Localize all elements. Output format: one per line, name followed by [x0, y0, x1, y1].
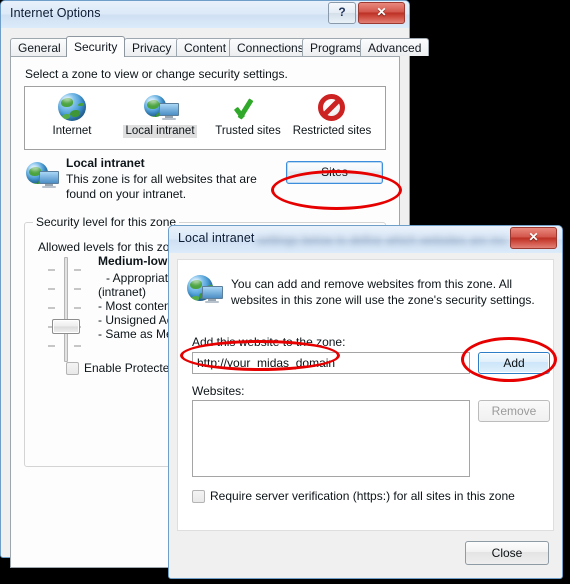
globe-icon	[29, 91, 115, 125]
remove-button[interactable]: Remove	[478, 400, 550, 422]
selected-zone-description: This zone is for all websites that are f…	[66, 172, 257, 201]
internet-options-title: Internet Options	[10, 6, 101, 20]
internet-options-titlebar[interactable]: Internet Options ? ✕	[1, 1, 409, 28]
add-website-label: Add this website to the zone:	[192, 335, 346, 349]
zone-item-restricted-sites[interactable]: Restricted sites	[289, 91, 375, 138]
security-level-slider-track[interactable]	[64, 257, 68, 362]
security-level-detail-5: - Same as Me	[98, 327, 173, 341]
help-button[interactable]: ?	[328, 2, 356, 24]
websites-listbox[interactable]	[192, 400, 470, 477]
local-intranet-body: You can add and remove websites from thi…	[169, 253, 562, 578]
security-level-detail-2: (intranet)	[98, 285, 147, 299]
sites-button[interactable]: Sites	[286, 161, 383, 184]
zone-item-internet[interactable]: Internet	[29, 91, 115, 138]
close-icon[interactable]: ✕	[358, 2, 405, 24]
security-level-name: Medium-low	[98, 254, 168, 268]
green-check-icon	[205, 91, 291, 125]
local-intranet-title: Local intranet	[178, 231, 255, 245]
security-level-detail-1: - Appropriate	[106, 271, 175, 285]
tab-general[interactable]: General	[10, 38, 69, 56]
require-https-checkbox[interactable]	[192, 490, 205, 503]
selected-zone-name: Local intranet	[66, 156, 145, 170]
security-level-detail-4: - Unsigned Ac	[98, 313, 173, 327]
local-intranet-titlebar[interactable]: Local intranet settings below to define …	[169, 226, 562, 253]
website-input[interactable]	[192, 352, 470, 374]
protected-mode-checkbox[interactable]	[66, 362, 79, 375]
require-https-label: Require server verification (https:) for…	[210, 489, 515, 503]
websites-label: Websites:	[192, 384, 245, 398]
security-level-slider-thumb[interactable]	[52, 319, 80, 334]
tab-content[interactable]: Content	[176, 38, 235, 56]
local-intranet-title-blurred-text: settings below to define which websites …	[257, 233, 507, 246]
close-button[interactable]: Close	[465, 541, 549, 565]
tab-connections[interactable]: Connections	[229, 38, 312, 56]
tabstrip: General Security Privacy Content Connect…	[10, 36, 430, 57]
screenshot-root: Internet Options ? ✕ General Security Pr…	[0, 0, 570, 584]
tab-security[interactable]: Security	[66, 36, 126, 57]
globe-monitor-icon	[187, 275, 223, 307]
add-button[interactable]: Add	[478, 352, 550, 374]
allowed-levels-label: Allowed levels for this zone	[38, 240, 183, 254]
zone-list[interactable]: Internet Local intranet Trusted sites Re…	[24, 86, 386, 150]
zone-prompt-label: Select a zone to view or change security…	[25, 67, 288, 81]
zone-label: Internet	[52, 125, 92, 137]
tab-privacy[interactable]: Privacy	[124, 38, 180, 56]
tab-advanced[interactable]: Advanced	[360, 38, 430, 56]
no-entry-icon	[289, 91, 375, 125]
selected-zone-globe-monitor-icon	[26, 162, 59, 190]
local-intranet-dialog: Local intranet settings below to define …	[168, 225, 563, 579]
zone-label: Restricted sites	[292, 125, 372, 137]
close-icon[interactable]: ✕	[510, 227, 557, 249]
zone-label: Local intranet	[123, 125, 197, 138]
local-intranet-message: You can add and remove websites from thi…	[231, 277, 535, 307]
zone-label: Trusted sites	[215, 125, 281, 137]
security-level-group-title: Security level for this zone	[33, 215, 180, 229]
zone-item-local-intranet[interactable]: Local intranet	[117, 91, 203, 138]
globe-monitor-icon	[117, 91, 203, 125]
security-level-detail-3: - Most conten	[98, 299, 171, 313]
zone-item-trusted-sites[interactable]: Trusted sites	[205, 91, 291, 138]
